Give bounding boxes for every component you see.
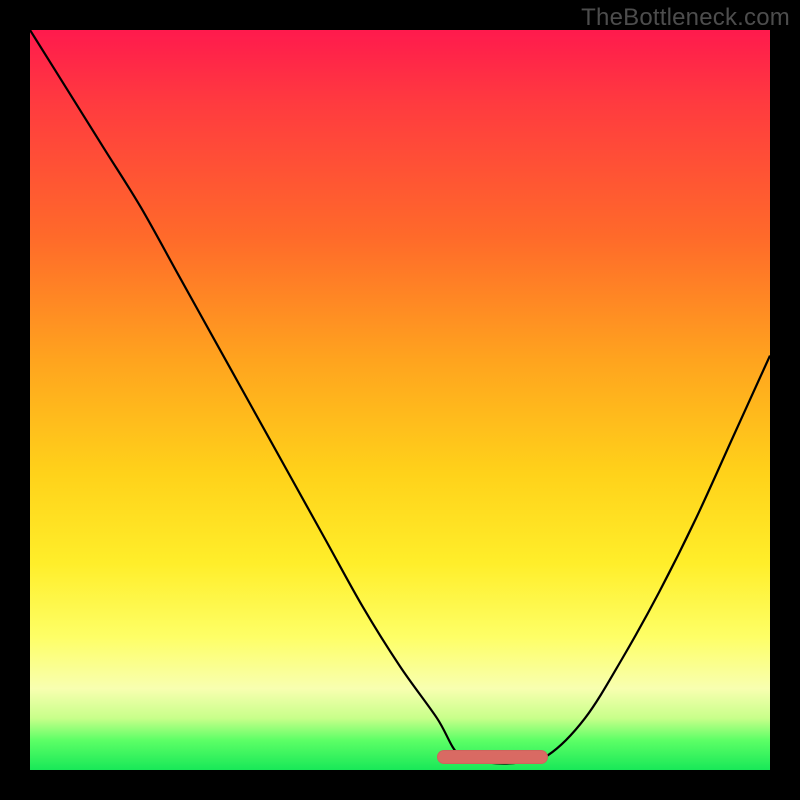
curve-path	[30, 30, 770, 764]
optimal-range-marker	[437, 750, 548, 764]
chart-frame: TheBottleneck.com	[0, 0, 800, 800]
plot-area	[30, 30, 770, 770]
bottleneck-curve	[30, 30, 770, 770]
watermark-label: TheBottleneck.com	[581, 4, 790, 32]
